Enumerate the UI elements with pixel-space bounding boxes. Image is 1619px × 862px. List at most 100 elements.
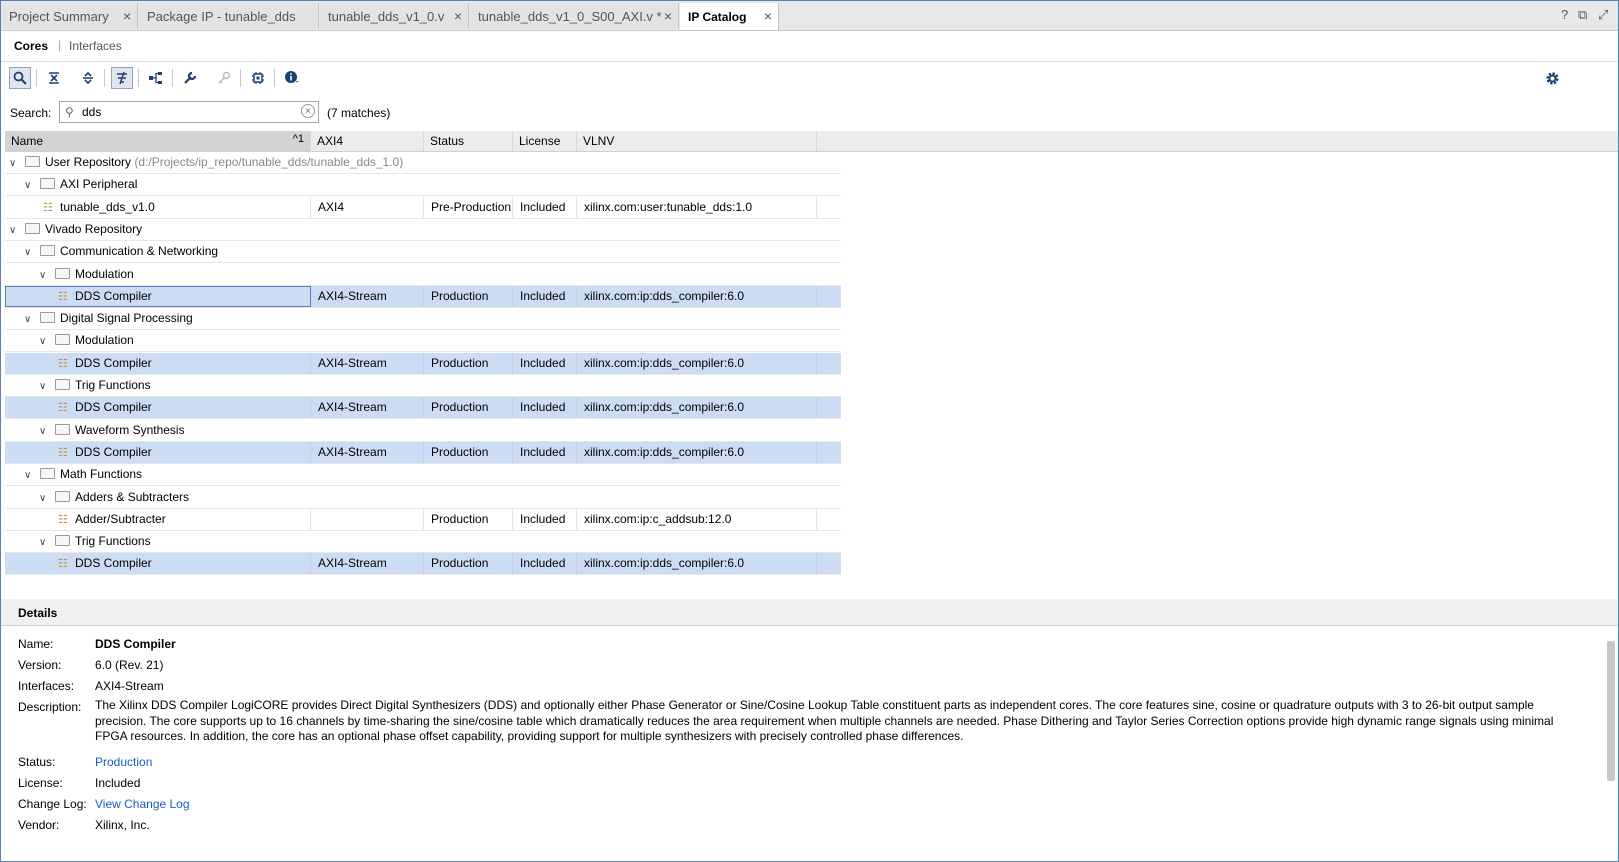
tab-project-summary[interactable]: Project Summary × bbox=[1, 3, 138, 29]
ip-core-icon: ☷ bbox=[58, 446, 68, 459]
tree-folder-row[interactable]: ∨ Math Functions bbox=[5, 464, 841, 487]
column-label: License bbox=[519, 134, 561, 148]
folder-name: Digital Signal Processing bbox=[60, 311, 193, 326]
chevron-down-icon[interactable]: ∨ bbox=[39, 488, 51, 509]
tab-label: Project Summary bbox=[9, 9, 109, 24]
table-row[interactable]: ☷ DDS Compiler AXI4-Stream Production Includ… bbox=[5, 553, 841, 576]
cell-license: Included bbox=[513, 553, 577, 575]
expand-all-icon[interactable] bbox=[77, 67, 99, 89]
detail-description: The Xilinx DDS Compiler LogiCORE provide… bbox=[95, 698, 1554, 743]
ip-name: DDS Compiler bbox=[75, 444, 152, 459]
close-icon[interactable]: × bbox=[664, 8, 672, 24]
cell-vlnv: xilinx.com:ip:c_addsub:12.0 bbox=[577, 508, 817, 530]
table-row[interactable]: ☷ DDS Compiler AXI4-Stream Production Includ… bbox=[5, 441, 841, 464]
search-value[interactable]: dds bbox=[82, 105, 101, 119]
cell-vlnv: xilinx.com:ip:dds_compiler:6.0 bbox=[577, 553, 817, 575]
chevron-down-icon[interactable]: ∨ bbox=[24, 242, 36, 263]
tree-folder-row[interactable]: ∨ AXI Peripheral bbox=[5, 174, 841, 197]
column-header-license[interactable]: License bbox=[513, 131, 577, 151]
help-icon[interactable]: ? bbox=[1561, 7, 1568, 22]
close-icon[interactable]: × bbox=[764, 8, 772, 24]
chevron-down-icon[interactable]: ∨ bbox=[39, 265, 51, 286]
ip-name: DDS Compiler bbox=[75, 400, 152, 415]
scrollbar-thumb[interactable] bbox=[1607, 641, 1615, 781]
clear-search-icon[interactable]: × bbox=[301, 104, 315, 118]
tree-folder-row[interactable]: ∨ User Repository (d:/Projects/ip_repo/tu… bbox=[5, 152, 841, 174]
subtab-interfaces[interactable]: Interfaces bbox=[69, 39, 122, 53]
tab-package-ip[interactable]: Package IP - tunable_dds bbox=[139, 3, 319, 29]
cell-status: Production bbox=[424, 553, 513, 575]
cell-status: Production bbox=[424, 285, 513, 307]
tree-folder-row[interactable]: ∨ Modulation bbox=[5, 264, 841, 286]
table-row[interactable]: ☷ DDS Compiler AXI4-Stream Production Includ… bbox=[5, 352, 841, 375]
tree-node: ∨ Communication & Networking bbox=[24, 241, 218, 262]
table-row[interactable]: ☷ Adder/Subtracter Production Included xilin… bbox=[5, 508, 841, 531]
tree-node: ∨ Waveform Synthesis bbox=[39, 420, 185, 441]
tree-folder-row[interactable]: ∨ Waveform Synthesis bbox=[5, 420, 841, 442]
chevron-down-icon[interactable]: ∨ bbox=[39, 331, 51, 352]
tree-folder-row[interactable]: ∨ Digital Signal Processing bbox=[5, 308, 841, 331]
chevron-down-icon[interactable]: ∨ bbox=[24, 309, 36, 330]
tree-folder-row[interactable]: ∨ Adders & Subtracters bbox=[5, 487, 841, 509]
column-label: Status bbox=[430, 134, 465, 148]
details-title: Details bbox=[18, 606, 58, 620]
chevron-down-icon[interactable]: ∨ bbox=[24, 465, 36, 486]
chip-icon[interactable] bbox=[247, 67, 269, 89]
chevron-down-icon[interactable]: ∨ bbox=[39, 421, 51, 442]
cell-vlnv: xilinx.com:user:tunable_dds:1.0 bbox=[577, 196, 817, 218]
tree-folder-row[interactable]: ∨ Modulation bbox=[5, 330, 841, 353]
restore-icon[interactable]: ⧉ bbox=[1578, 7, 1587, 23]
tab-ip-catalog[interactable]: IP Catalog × bbox=[680, 3, 779, 30]
folder-name: Modulation bbox=[75, 266, 134, 281]
table-row[interactable]: ☷ DDS Compiler AXI4-Stream Production Includ… bbox=[5, 285, 841, 308]
search-icon[interactable] bbox=[9, 67, 31, 89]
license-icon[interactable] bbox=[213, 67, 235, 89]
tab-tunable-dds-axi-v[interactable]: tunable_dds_v1_0_S00_AXI.v * × bbox=[470, 3, 679, 29]
chevron-down-icon[interactable]: ∨ bbox=[39, 532, 51, 553]
column-header-status[interactable]: Status bbox=[424, 131, 513, 151]
tab-label: Package IP - tunable_dds bbox=[147, 9, 296, 24]
folder-name: Vivado Repository bbox=[45, 221, 143, 236]
folder-icon bbox=[55, 423, 70, 435]
search-icon: ⚲ bbox=[65, 105, 74, 119]
detail-license: Included bbox=[95, 776, 141, 790]
tree-node: ∨ Math Functions bbox=[24, 464, 142, 485]
settings-icon[interactable] bbox=[1541, 67, 1563, 89]
tree-folder-row[interactable]: ∨ Vivado Repository bbox=[5, 219, 841, 241]
table-row[interactable]: ☷ tunable_dds_v1.0 AXI4 Pre-Production Inclu… bbox=[5, 196, 841, 219]
filter-icon[interactable] bbox=[111, 67, 133, 89]
cell-status: Production bbox=[424, 508, 513, 530]
chevron-down-icon[interactable]: ∨ bbox=[24, 175, 36, 196]
cell-name: ☷ DDS Compiler bbox=[5, 441, 311, 463]
tree-folder-row[interactable]: ∨ Trig Functions bbox=[5, 531, 841, 554]
hierarchy-icon[interactable] bbox=[145, 67, 167, 89]
close-icon[interactable]: × bbox=[123, 8, 131, 24]
table-row[interactable]: ☷ DDS Compiler AXI4-Stream Production Includ… bbox=[5, 397, 841, 420]
float-icon[interactable]: ⤢ bbox=[1598, 7, 1608, 23]
cell-axi4: AXI4 bbox=[311, 196, 424, 218]
tab-label: IP Catalog bbox=[688, 10, 747, 24]
view-change-log-link[interactable]: View Change Log bbox=[95, 797, 190, 811]
ip-name: DDS Compiler bbox=[75, 556, 152, 571]
collapse-all-icon[interactable] bbox=[43, 67, 65, 89]
folder-icon bbox=[40, 178, 55, 190]
detail-status-link[interactable]: Production bbox=[95, 755, 152, 769]
search-input[interactable]: ⚲ dds × bbox=[59, 101, 319, 123]
info-icon[interactable] bbox=[281, 67, 303, 89]
cell-license: Included bbox=[513, 508, 577, 530]
subtab-cores[interactable]: Cores bbox=[14, 39, 48, 53]
cell-axi4: AXI4-Stream bbox=[311, 441, 424, 463]
tree-folder-row[interactable]: ∨ Trig Functions bbox=[5, 375, 841, 397]
column-header-vlnv[interactable]: VLNV bbox=[577, 131, 817, 151]
column-header-name[interactable]: Name ^1 bbox=[5, 131, 311, 151]
column-header-axi4[interactable]: AXI4 bbox=[311, 131, 424, 151]
details-scrollbar[interactable] bbox=[1606, 627, 1616, 859]
tree-folder-row[interactable]: ∨ Communication & Networking bbox=[5, 241, 841, 264]
chevron-down-icon[interactable]: ∨ bbox=[9, 220, 21, 241]
chevron-down-icon[interactable]: ∨ bbox=[39, 376, 51, 397]
chevron-down-icon[interactable]: ∨ bbox=[9, 153, 21, 174]
tab-tunable-dds-v[interactable]: tunable_dds_v1_0.v × bbox=[320, 3, 469, 29]
customize-icon[interactable] bbox=[179, 67, 201, 89]
folder-name: Waveform Synthesis bbox=[75, 422, 185, 437]
close-icon[interactable]: × bbox=[454, 8, 462, 24]
